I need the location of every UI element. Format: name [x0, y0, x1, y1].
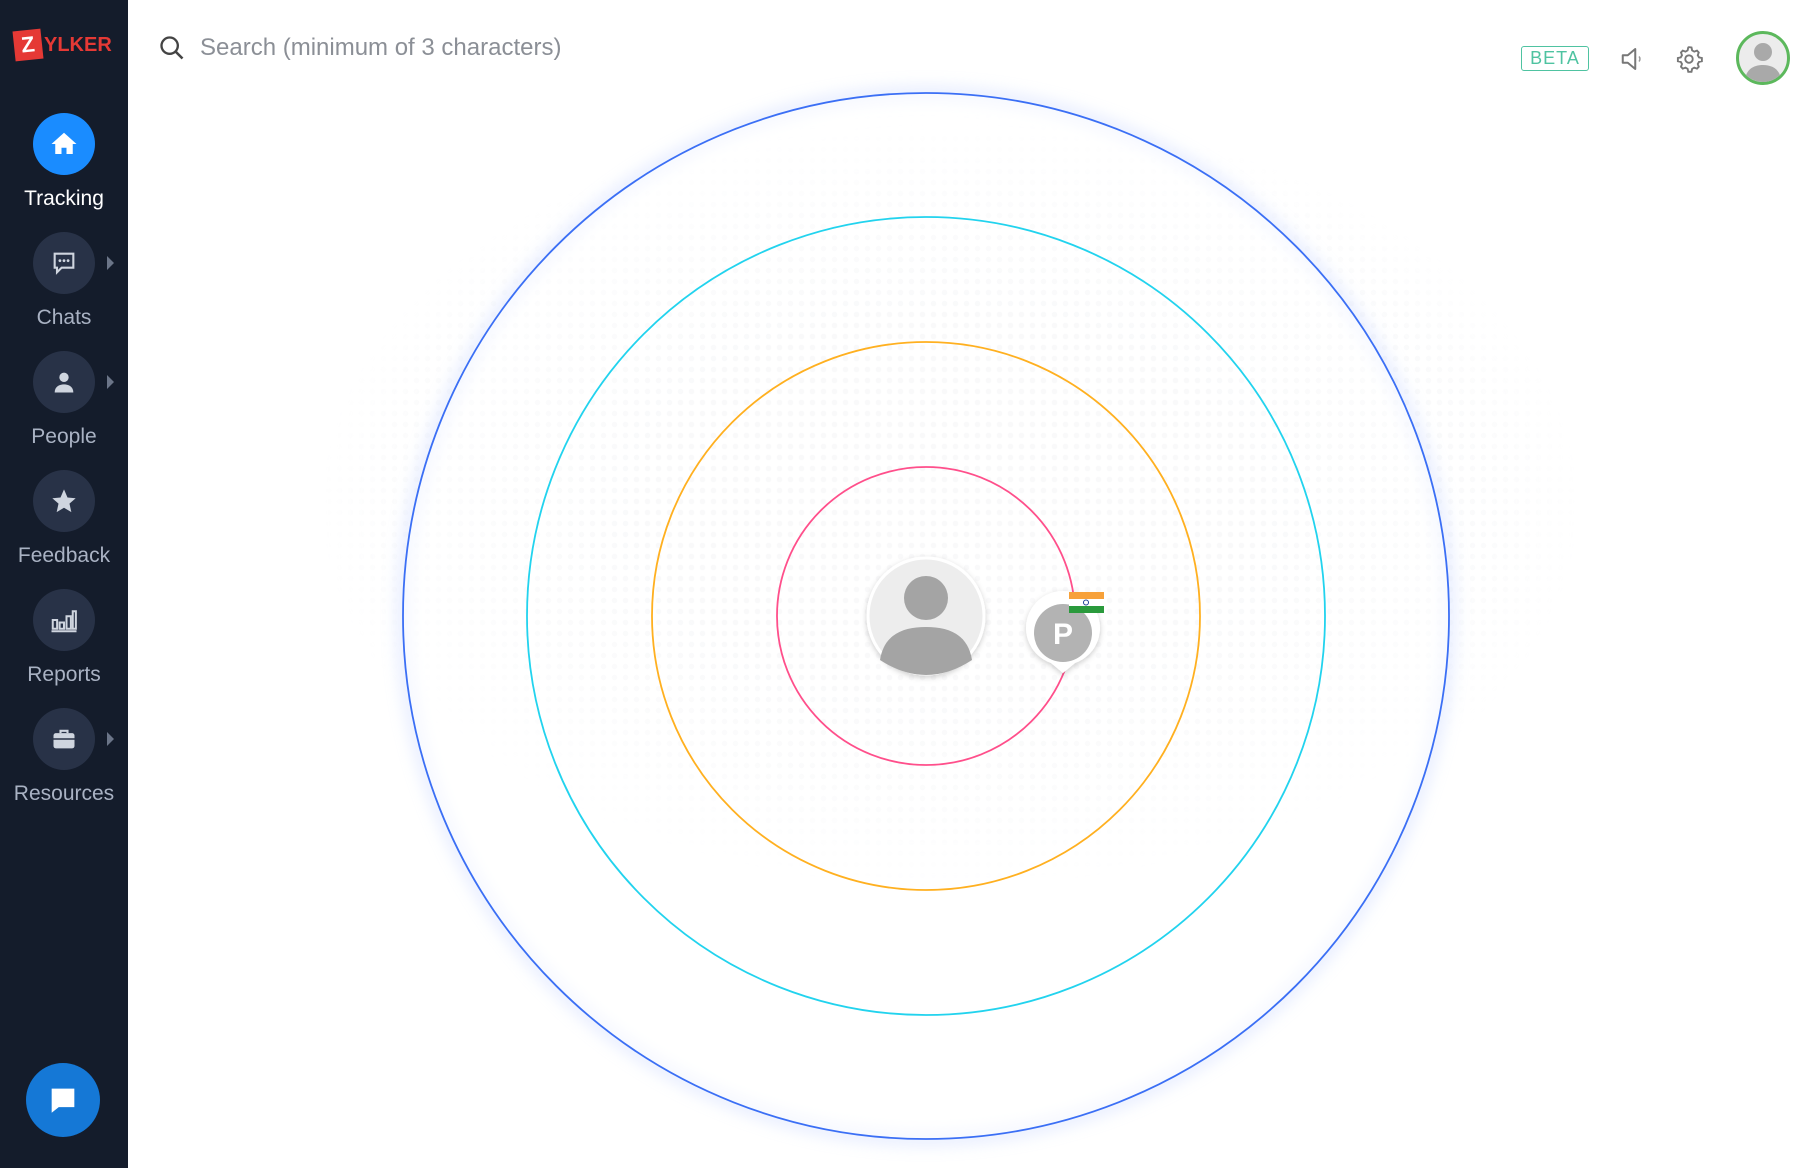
- india-flag-icon: [1069, 592, 1104, 613]
- visitor-initial: P: [1053, 618, 1073, 651]
- radar-view: P: [398, 88, 1454, 1144]
- center-operator-avatar[interactable]: [866, 556, 986, 676]
